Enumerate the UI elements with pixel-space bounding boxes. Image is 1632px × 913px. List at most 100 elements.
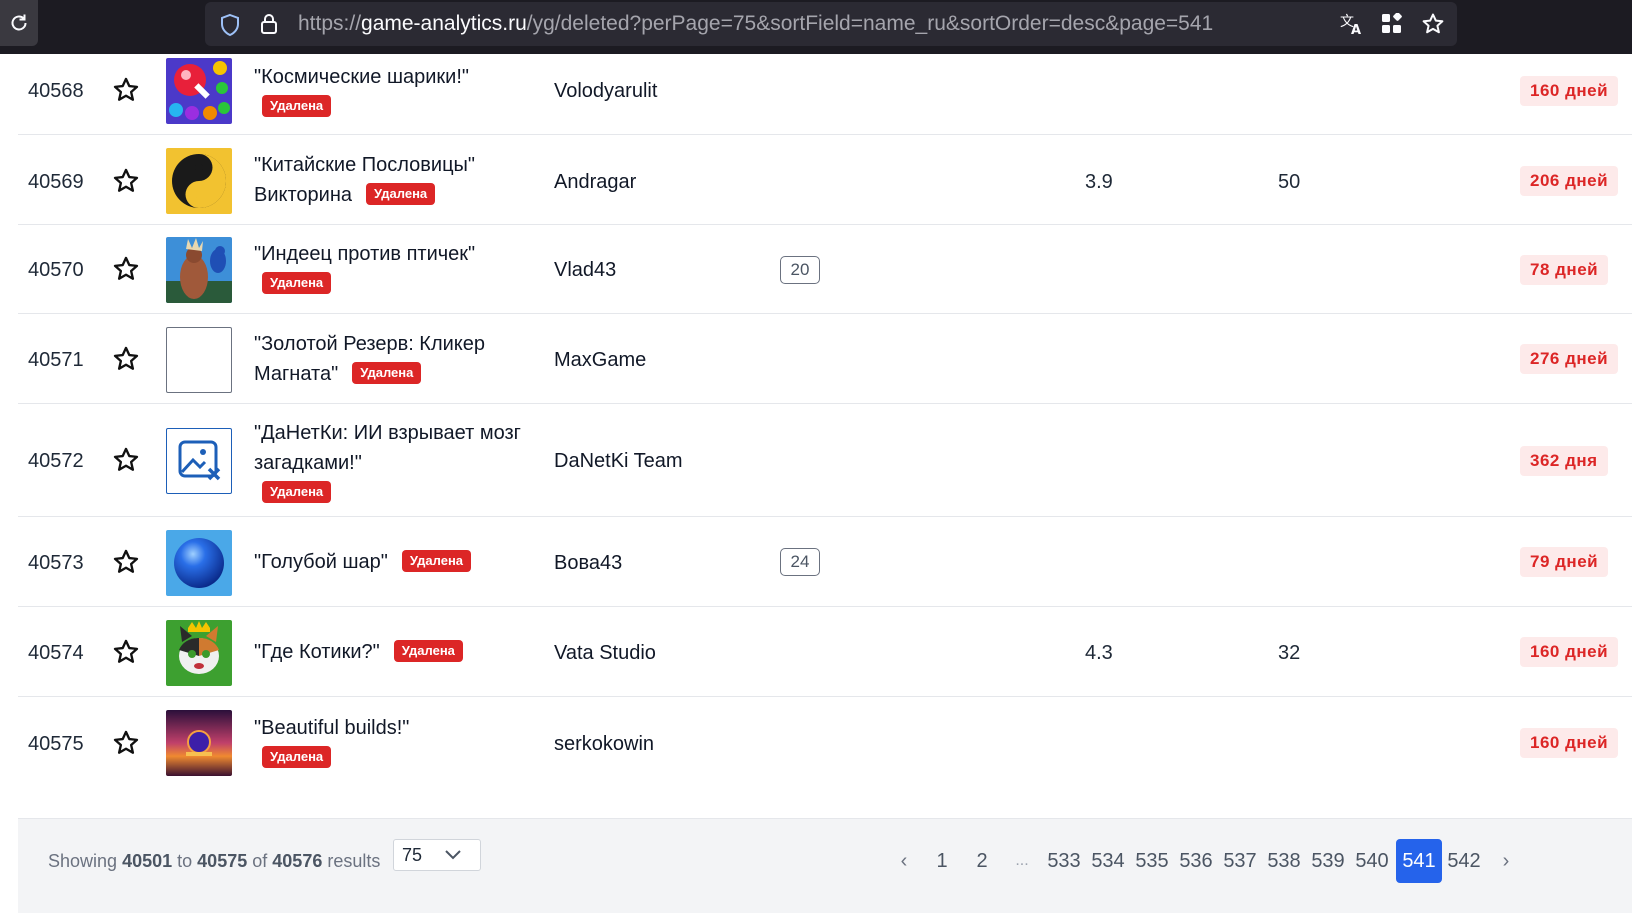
game-thumbnail[interactable] <box>166 710 232 776</box>
developer-name[interactable]: Vata Studio <box>554 642 656 665</box>
of-label: of <box>252 851 268 871</box>
game-title[interactable]: "Голубой шар" <box>254 551 388 573</box>
game-name[interactable]: "ДаНетКи: ИИ взрывает мозг загадками!" У… <box>254 418 524 508</box>
favorite-star-icon[interactable] <box>112 638 140 666</box>
shield-icon[interactable] <box>219 13 241 37</box>
bookmark-star-icon[interactable] <box>1421 12 1445 36</box>
deleted-badge: Удалена <box>262 480 332 503</box>
range-to: 40575 <box>197 851 248 871</box>
chevron-down-icon <box>445 850 461 860</box>
next-page-button[interactable]: › <box>1494 839 1518 883</box>
game-name[interactable]: "Золотой Резерв: Кликер Магната" Удалена <box>254 329 524 389</box>
page-link[interactable]: 1 <box>930 839 954 883</box>
game-id: 40573 <box>28 552 84 574</box>
reload-button[interactable] <box>0 0 38 46</box>
game-name[interactable]: "Где Котики?" Удалена <box>254 637 524 667</box>
page-link[interactable]: 536 <box>1176 839 1216 883</box>
favorite-star-icon[interactable] <box>112 255 140 283</box>
game-id: 40572 <box>28 450 84 472</box>
results-label: results <box>327 851 381 871</box>
page-link[interactable]: 542 <box>1444 839 1484 883</box>
game-title[interactable]: "Китайские Пословицы" Викторина <box>254 154 475 206</box>
reload-icon <box>11 14 27 31</box>
game-thumbnail[interactable] <box>166 148 232 214</box>
table-row: 40571 "Золотой Резерв: Кликер Магната" Уд… <box>18 314 1632 404</box>
favorite-star-icon[interactable] <box>112 345 140 373</box>
game-thumbnail[interactable] <box>166 237 232 303</box>
browser-toolbar: https://game-analytics.ru/yg/deleted?per… <box>0 0 1632 54</box>
indian-game-image <box>166 237 232 303</box>
page-link[interactable]: 533 <box>1044 839 1084 883</box>
game-name[interactable]: "Космические шарики!" Удалена <box>254 62 524 122</box>
url-text[interactable]: https://game-analytics.ru/yg/deleted?per… <box>298 12 1213 36</box>
translate-icon[interactable]: 文 A <box>1339 12 1365 36</box>
age-badge: 78 дней <box>1520 255 1609 285</box>
broken-image-icon <box>178 440 221 481</box>
total-results: 40576 <box>272 851 323 871</box>
votes-value: 32 <box>1278 642 1301 664</box>
address-bar[interactable]: https://game-analytics.ru/yg/deleted?per… <box>205 2 1457 46</box>
favorite-star-icon[interactable] <box>112 729 140 757</box>
lock-icon[interactable] <box>259 12 279 36</box>
game-id: 40570 <box>28 259 84 281</box>
age-badge: 276 дней <box>1520 344 1619 374</box>
url-path: /yg/deleted?perPage=75&sortField=name_ru… <box>526 12 1214 35</box>
table-footer: Showing 40501 to 40575 of 40576 results … <box>18 818 1632 913</box>
extensions-icon[interactable] <box>1381 13 1403 35</box>
game-title[interactable]: "Космические шарики!" <box>254 62 524 92</box>
page-ellipsis: ... <box>1015 852 1029 869</box>
game-title[interactable]: "Где Котики?" <box>254 641 380 663</box>
developer-name[interactable]: serkokowin <box>554 733 654 756</box>
favorite-star-icon[interactable] <box>112 167 140 195</box>
game-thumbnail[interactable] <box>166 620 232 686</box>
current-page[interactable]: 541 <box>1396 839 1442 883</box>
table-row: 40570 "Индеец против птичек" Удалена Vla… <box>18 225 1632 314</box>
favorite-star-icon[interactable] <box>112 548 140 576</box>
game-id: 40568 <box>28 80 84 102</box>
developer-name[interactable]: Andragar <box>554 171 636 194</box>
game-title[interactable]: "Beautiful builds!" <box>254 713 524 743</box>
game-name[interactable]: "Beautiful builds!" Удалена <box>254 713 524 773</box>
page-link[interactable]: 2 <box>970 839 994 883</box>
game-title[interactable]: "Индеец против птичек" <box>254 239 524 269</box>
developer-name[interactable]: Volodyarulit <box>554 80 657 103</box>
developer-name[interactable]: Vlad43 <box>554 259 616 282</box>
game-name[interactable]: "Китайские Пословицы" Викторина Удалена <box>254 150 524 210</box>
game-thumbnail[interactable] <box>166 428 232 494</box>
favorite-star-icon[interactable] <box>112 76 140 104</box>
game-thumbnail[interactable] <box>166 530 232 596</box>
favorite-star-icon[interactable] <box>112 446 140 474</box>
page-link[interactable]: 535 <box>1132 839 1172 883</box>
age-badge: 206 дней <box>1520 166 1619 196</box>
page-link[interactable]: 537 <box>1220 839 1260 883</box>
per-page-select[interactable]: 75 <box>393 839 481 871</box>
blue-ball-game-image <box>166 530 232 596</box>
svg-text:A: A <box>1351 23 1361 36</box>
game-title[interactable]: "ДаНетКи: ИИ взрывает мозг загадками!" <box>254 418 524 478</box>
page-link[interactable]: 539 <box>1308 839 1348 883</box>
game-id: 40574 <box>28 642 84 664</box>
deleted-badge: Удалена <box>262 271 332 294</box>
game-id: 40575 <box>28 733 84 755</box>
page-link[interactable]: 538 <box>1264 839 1304 883</box>
game-thumbnail[interactable] <box>166 327 232 393</box>
page-link[interactable]: 540 <box>1352 839 1392 883</box>
page-link[interactable]: 534 <box>1088 839 1128 883</box>
game-name[interactable]: "Индеец против птичек" Удалена <box>254 239 524 299</box>
game-name[interactable]: "Голубой шар" Удалена <box>254 547 524 577</box>
table-row: 40575 "Beautiful builds!" Удалена serkok… <box>18 697 1632 787</box>
votes-value: 50 <box>1278 171 1301 193</box>
developer-name[interactable]: DaNetKi Team <box>554 450 683 473</box>
results-summary: Showing 40501 to 40575 of 40576 results <box>48 851 380 872</box>
prev-page-button[interactable]: ‹ <box>892 839 916 883</box>
age-badge: 160 дней <box>1520 637 1619 667</box>
age-badge: 160 дней <box>1520 76 1619 106</box>
count-badge: 20 <box>780 256 820 284</box>
count-badge: 24 <box>780 548 820 576</box>
deleted-badge: Удалена <box>262 745 332 768</box>
game-thumbnail[interactable] <box>166 58 232 124</box>
developer-name[interactable]: Вова43 <box>554 552 622 575</box>
table-row: 40569 "Китайские Пословицы" Викторина Уда… <box>18 135 1632 225</box>
developer-name[interactable]: MaxGame <box>554 349 646 372</box>
game-id: 40571 <box>28 349 84 371</box>
